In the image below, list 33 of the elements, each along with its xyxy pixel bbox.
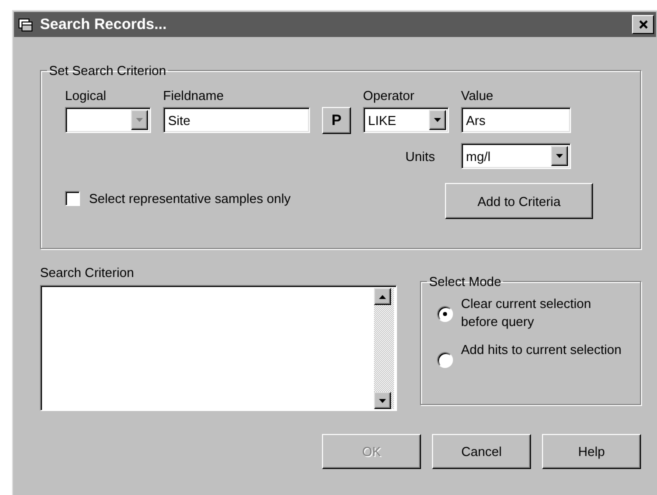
radio-label: Add hits to current selection	[461, 341, 622, 359]
operator-dropdown[interactable]: LIKE	[363, 107, 449, 133]
field-label: Value	[461, 88, 494, 105]
arrow-icon	[434, 118, 441, 122]
radio-button[interactable]	[437, 352, 453, 368]
folder-icon	[18, 18, 34, 32]
fieldname-field[interactable]: Site	[163, 107, 310, 133]
add-to-criteria-button[interactable]: Add to Criteria	[445, 183, 593, 219]
checkbox-label: Select representative samples only	[89, 190, 291, 206]
field-label: Logical	[65, 88, 106, 105]
value-field[interactable]: Ars	[461, 107, 571, 133]
dialog-button[interactable]: Help	[542, 434, 641, 469]
field-label: Search Criterion	[40, 265, 135, 280]
arrow-icon	[379, 398, 386, 402]
criteria-field[interactable]	[40, 285, 397, 411]
radio-button[interactable]	[437, 306, 453, 322]
checkbox[interactable]	[65, 190, 80, 206]
arrow-icon	[556, 154, 563, 158]
units-dropdown[interactable]: mg/l	[461, 143, 571, 169]
field-label: Units	[405, 148, 435, 164]
pick-button[interactable]: P	[322, 107, 351, 134]
field-label: Fieldname	[163, 88, 224, 105]
close-button[interactable]	[632, 15, 654, 34]
group-title: Select Mode	[428, 274, 502, 289]
radio-label: Clear current selection before query	[461, 295, 592, 331]
dialog-button[interactable]: Cancel	[432, 434, 531, 469]
group-title: Set Search Criterion	[48, 63, 168, 78]
arrow-icon	[379, 294, 386, 298]
scrollbar[interactable]	[374, 288, 394, 409]
arrow-icon	[136, 118, 143, 122]
close-icon	[638, 20, 648, 29]
window-title: Search Records...	[40, 16, 168, 33]
field-label: Operator	[363, 88, 414, 105]
